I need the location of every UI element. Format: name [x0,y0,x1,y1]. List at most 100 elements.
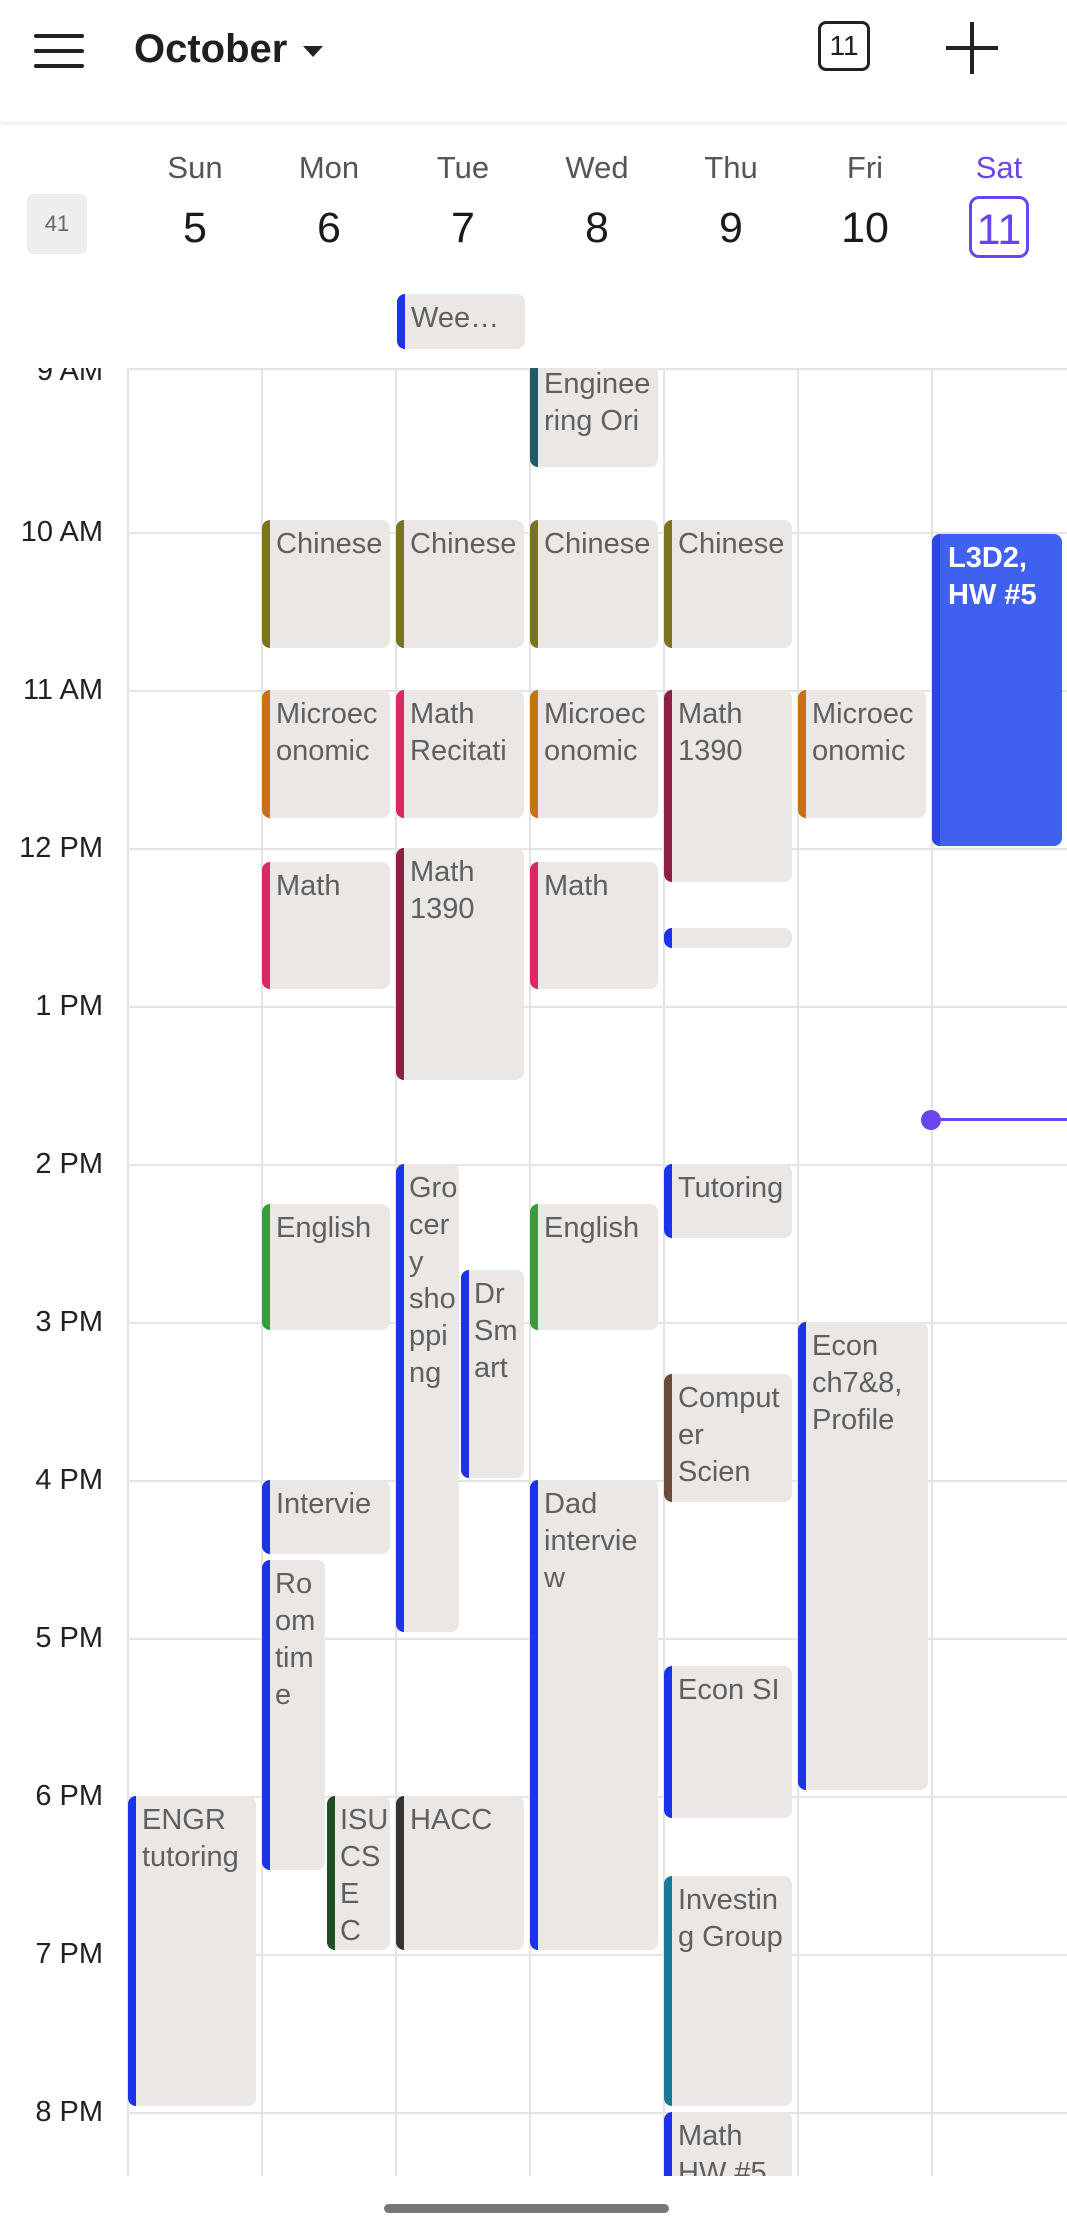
event-color-bar [262,1204,270,1330]
event-block[interactable]: Math 1390 [396,848,524,1080]
add-event-icon[interactable] [946,22,998,74]
event-title: Comput er Scien [678,1382,780,1488]
selected-event-block[interactable]: L3D2, HW #5 [932,534,1062,846]
hour-label: 7 PM [35,1938,103,1970]
home-indicator[interactable] [384,2204,669,2213]
event-color-bar [530,862,538,989]
event-block[interactable]: Math [530,862,658,989]
day-date: 7 [451,204,475,252]
event-title: Investin g Group [678,1884,783,1953]
event-block[interactable]: English [530,1204,658,1330]
event-color-bar [664,690,672,882]
event-block[interactable] [664,928,792,948]
event-color-bar [262,690,270,818]
day-name: Wed [565,150,629,185]
event-block[interactable]: Intervie [262,1480,390,1554]
week-grid[interactable]: 9 AM 10 AM 11 AM 12 PM 1 PM 2 PM 3 PM 4 … [0,368,1067,2176]
day-date: 10 [841,204,889,252]
event-block[interactable]: HACC [396,1796,524,1950]
event-color-bar [396,1164,404,1632]
day-header-sat-today[interactable]: Sat 11 [932,150,1066,258]
day-name: Mon [298,150,360,185]
event-color-bar [396,1796,404,1950]
event-block[interactable]: Math HW #5 [664,2112,792,2176]
week-number-badge: 41 [27,194,87,254]
event-title: Math 1390 [678,698,743,767]
event-block[interactable]: Microec onomic [262,690,390,818]
event-title: Intervie [276,1488,372,1520]
day-header-thu[interactable]: Thu 9 [664,150,798,253]
event-title: Math HW #5 [678,2120,767,2176]
event-color-bar [530,368,538,467]
event-block[interactable]: Enginee ring Ori [530,368,658,467]
event-color-bar [397,294,405,349]
event-block[interactable]: Dad intervie w [530,1480,658,1950]
day-name: Sun [167,150,223,185]
hour-label: 10 AM [20,516,103,548]
day-name: Thu [704,150,758,185]
hour-label: 8 PM [35,2096,103,2128]
event-title: Gro cer y sho ppi ng [409,1172,458,1389]
event-block[interactable]: ISU CS E C [327,1796,390,1950]
event-color-bar [664,2112,672,2176]
event-title: Microec onomic [812,698,914,767]
event-title: Microec onomic [544,698,646,767]
today-button[interactable]: 11 [818,21,870,71]
event-block[interactable]: Comput er Scien [664,1374,792,1502]
event-color-bar [932,534,940,846]
event-color-bar [530,1480,538,1950]
event-block[interactable]: Math 1390 [664,690,792,882]
day-date: 5 [183,204,207,252]
event-title: Dad intervie w [544,1488,638,1594]
hour-label: 2 PM [35,1148,103,1180]
event-color-bar [461,1270,469,1478]
event-title: Math [544,870,609,902]
event-block[interactable]: Investin g Group [664,1876,792,2106]
month-label: October [134,26,288,71]
event-block[interactable]: Microec onomic [530,690,658,818]
day-header-sun[interactable]: Sun 5 [128,150,262,253]
event-color-bar [128,1796,136,2106]
event-color-bar [664,1666,672,1818]
day-header-fri[interactable]: Fri 10 [798,150,932,253]
all-day-event[interactable]: Wee… [397,294,525,349]
event-block[interactable]: Econ SI [664,1666,792,1818]
event-block[interactable]: Gro cer y sho ppi ng [396,1164,459,1632]
event-color-bar [396,520,404,648]
month-selector[interactable]: October [134,24,324,74]
event-color-bar [664,1876,672,2106]
event-title: Math 1390 [410,856,475,925]
event-block[interactable]: Chinese [396,520,524,648]
event-title: Microec onomic [276,698,378,767]
day-header-tue[interactable]: Tue 7 [396,150,530,253]
day-name: Sat [975,150,1023,185]
event-block[interactable]: Chinese [664,520,792,648]
event-block[interactable]: Dr Sm art [461,1270,524,1478]
event-title: Enginee ring Ori [544,368,651,437]
hour-label: 11 AM [22,674,103,706]
event-color-bar [530,1204,538,1330]
day-header-mon[interactable]: Mon 6 [262,150,396,253]
event-color-bar [664,1164,672,1238]
event-block[interactable]: Chinese [530,520,658,648]
event-color-bar [327,1796,335,1950]
event-block[interactable]: Math Recitati [396,690,524,818]
hour-label: 9 AM [36,368,103,387]
event-color-bar [262,862,270,989]
event-block[interactable]: Ro om tim e [262,1560,325,1870]
current-time-dot [921,1110,941,1130]
event-title: Wee… [411,302,500,334]
day-header-wed[interactable]: Wed 8 [530,150,664,253]
event-block[interactable]: Microec onomic [798,690,926,818]
hour-label: 12 PM [19,832,103,864]
event-block[interactable]: Chinese [262,520,390,648]
event-block[interactable]: Econ ch7&8, Profile [798,1322,928,1790]
event-block[interactable]: ENGR tutoring [128,1796,256,2106]
event-color-bar [396,848,404,1080]
event-block[interactable]: English [262,1204,390,1330]
event-color-bar [798,1322,806,1790]
event-block[interactable]: Math [262,862,390,989]
event-block[interactable]: Tutoring [664,1164,792,1238]
menu-icon[interactable] [34,32,86,72]
current-time-line [930,1118,1067,1121]
